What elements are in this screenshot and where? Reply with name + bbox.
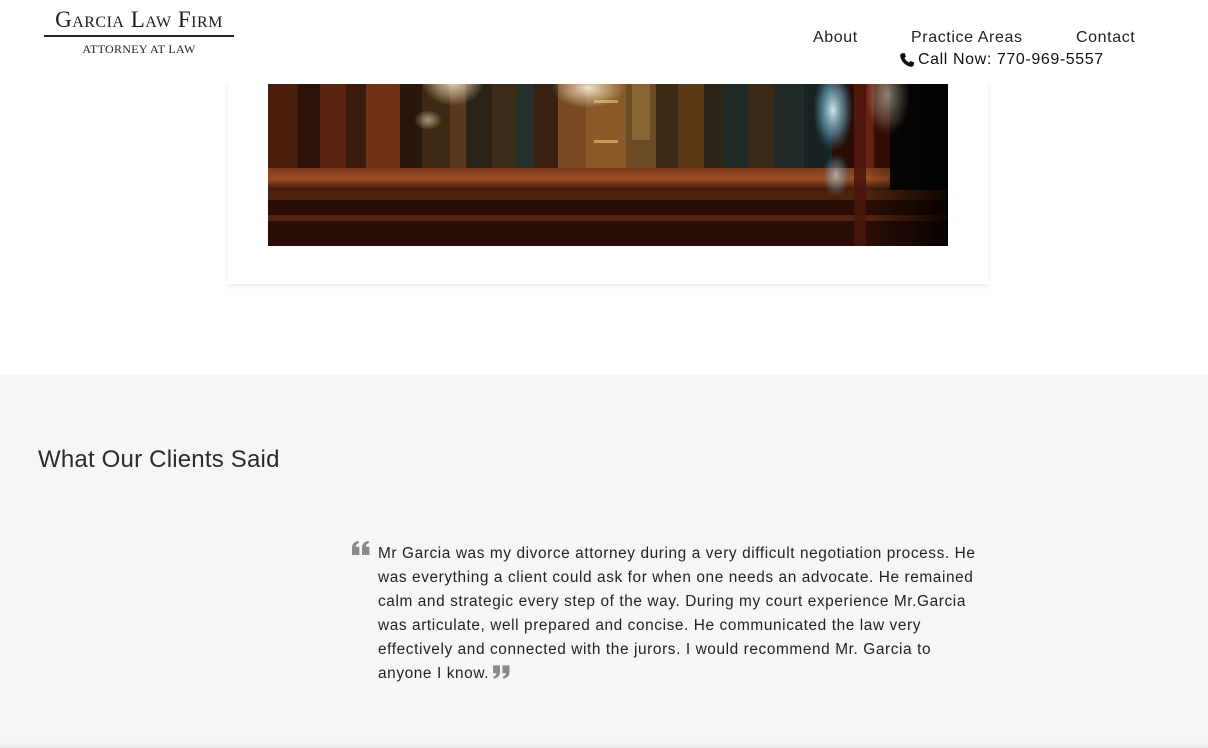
testimonial-text: Mr Garcia was my divorce attorney during… bbox=[378, 545, 976, 682]
phone-icon bbox=[900, 53, 914, 67]
section-bottom-shade bbox=[0, 742, 1208, 748]
testimonial-quote: Mr Garcia was my divorce attorney during… bbox=[378, 542, 990, 686]
nav-about-link[interactable]: About bbox=[813, 29, 858, 47]
page: Garcia Law Firm ATTORNEY AT LAW About Pr… bbox=[0, 0, 1208, 748]
open-quote-icon bbox=[352, 541, 370, 555]
testimonials-section: What Our Clients Said Mr Garcia was my d… bbox=[0, 375, 1208, 748]
main-nav: About Practice Areas Contact bbox=[0, 29, 1208, 49]
nav-contact-link[interactable]: Contact bbox=[1076, 29, 1135, 47]
close-quote-icon bbox=[493, 665, 510, 679]
site-header: Garcia Law Firm ATTORNEY AT LAW About Pr… bbox=[0, 0, 1208, 84]
nav-practice-areas-link[interactable]: Practice Areas bbox=[911, 29, 1023, 47]
section-title: What Our Clients Said bbox=[38, 446, 280, 473]
call-now-link[interactable]: Call Now: 770-969-5557 bbox=[899, 51, 1104, 69]
call-now-text: Call Now: 770-969-5557 bbox=[918, 51, 1104, 68]
